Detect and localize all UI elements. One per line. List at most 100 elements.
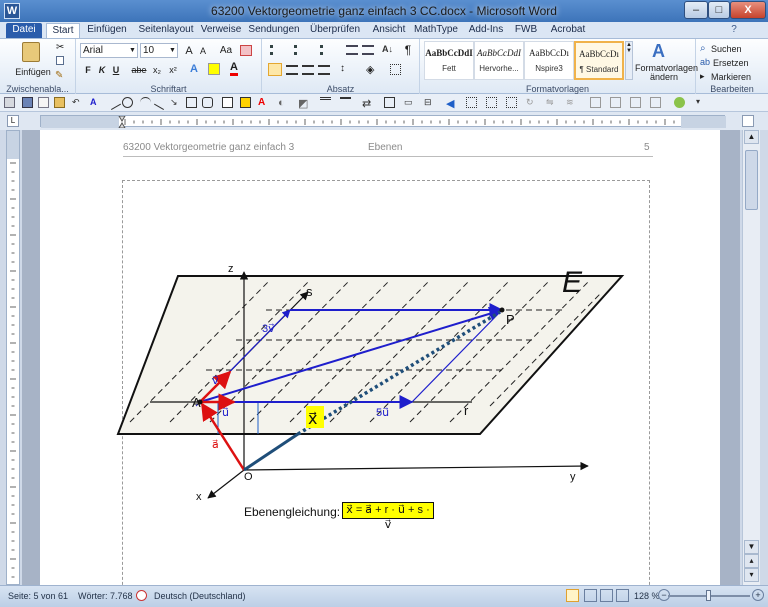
next-page-button[interactable]: ▾ xyxy=(744,568,759,582)
zoom-in-icon[interactable]: + xyxy=(752,589,764,601)
clear-format-icon[interactable] xyxy=(240,45,252,56)
justify-icon[interactable] xyxy=(318,65,330,75)
ungroup-icon[interactable]: ▭ xyxy=(404,97,415,108)
outline-icon[interactable] xyxy=(616,589,629,602)
tab-seitenlayout[interactable]: Seitenlayout xyxy=(136,23,196,38)
align-center-icon[interactable] xyxy=(286,65,298,75)
font-size-select[interactable]: 10 ▼ xyxy=(140,43,178,58)
save-icon[interactable] xyxy=(22,97,33,108)
paste-button[interactable]: Einfügen xyxy=(10,64,56,80)
arrow-tool-icon[interactable]: ↘ xyxy=(170,97,181,108)
page-count[interactable]: Seite: 5 von 61 xyxy=(8,591,68,601)
style-nspire3[interactable]: AaBbCcDı Nspire3 xyxy=(524,41,574,80)
styles-scroll-icon[interactable]: ▲ ▼ xyxy=(625,41,633,80)
increase-indent-icon[interactable] xyxy=(362,45,374,55)
shading-icon[interactable]: ◈ xyxy=(366,63,374,76)
paste-icon[interactable] xyxy=(22,42,40,62)
tab-mathtype[interactable]: MathType xyxy=(412,23,460,38)
rounded-rect-icon[interactable] xyxy=(202,97,213,108)
align-objects-icon[interactable]: ⊟ xyxy=(424,97,435,108)
change-case-button[interactable]: Aa xyxy=(216,43,236,59)
group-icon[interactable] xyxy=(384,97,395,108)
superscript-button[interactable]: x² xyxy=(166,62,180,78)
font-name-select[interactable]: Arial ▼ xyxy=(80,43,138,58)
flip-icon[interactable]: ⇋ xyxy=(546,97,557,108)
highlight-icon[interactable] xyxy=(208,63,220,75)
strikethrough-button[interactable]: abe xyxy=(130,62,148,78)
text-style-icon[interactable]: A xyxy=(90,97,101,108)
line-spacing-icon[interactable]: ↕ xyxy=(340,63,345,74)
tab-addins[interactable]: Add-Ins xyxy=(466,23,506,38)
tab-datei[interactable]: Datei xyxy=(6,23,42,38)
scroll-thumb[interactable] xyxy=(745,150,758,210)
rotate-icon[interactable]: ↻ xyxy=(526,97,537,108)
scroll-up-button[interactable]: ▲ xyxy=(744,130,759,144)
full-screen-icon[interactable] xyxy=(584,589,597,602)
word-count[interactable]: Wörter: 7.768 xyxy=(78,591,133,601)
style-standard[interactable]: AaBbCcDı ¶ Standard xyxy=(574,41,624,80)
customize-toolbar-icon[interactable]: ▾ xyxy=(696,97,707,108)
tab-fwb[interactable]: FWB xyxy=(512,23,540,38)
tab-ueberpruefen[interactable]: Überprüfen xyxy=(306,23,364,38)
font-color-icon[interactable]: A xyxy=(230,61,238,76)
bold-button[interactable]: F xyxy=(82,62,94,78)
scroll-down-button[interactable]: ▼ xyxy=(744,540,759,554)
find-icon[interactable]: ⌕ xyxy=(700,43,706,54)
text-effects-icon[interactable]: A xyxy=(190,63,198,75)
picture-icon[interactable] xyxy=(630,97,641,108)
shadow-icon[interactable]: ◐ xyxy=(278,97,289,109)
line-tool-icon[interactable] xyxy=(105,94,122,111)
addin-icon[interactable] xyxy=(674,97,685,108)
document-page[interactable]: 63200 Vektorgeometrie ganz einfach 3 Ebe… xyxy=(40,130,720,585)
underline-button[interactable]: U xyxy=(110,62,122,78)
font-color-icon[interactable]: A xyxy=(258,97,269,108)
zoom-slider-thumb[interactable] xyxy=(706,590,711,601)
distribute-icon[interactable] xyxy=(466,97,477,108)
prev-page-button[interactable]: ▴ xyxy=(744,554,759,568)
tab-verweise[interactable]: Verweise xyxy=(200,23,242,38)
tab-start[interactable]: Start xyxy=(46,23,80,38)
tab-sendungen[interactable]: Sendungen xyxy=(248,23,300,38)
ellipse-tool-icon[interactable] xyxy=(122,97,133,108)
dash-style-icon[interactable] xyxy=(340,97,351,108)
line-style-icon[interactable] xyxy=(320,97,331,108)
bring-forward-icon[interactable] xyxy=(486,97,497,108)
view-ruler-icon[interactable] xyxy=(742,115,754,127)
send-backward-icon[interactable] xyxy=(506,97,517,108)
select-icon[interactable]: ▸ xyxy=(700,71,705,82)
numbering-icon[interactable] xyxy=(294,45,306,55)
style-hervorhebung[interactable]: AaBbCcDdI Hervorhe... xyxy=(474,41,524,80)
grow-font-button[interactable]: A xyxy=(182,43,196,59)
replace-icon[interactable]: ab xyxy=(700,57,710,67)
print-layout-icon[interactable] xyxy=(566,589,579,602)
shrink-font-button[interactable]: A xyxy=(196,43,210,59)
tab-selector-icon[interactable]: L xyxy=(7,115,19,127)
fill-color-icon[interactable] xyxy=(240,97,251,108)
tab-einfuegen[interactable]: Einfügen xyxy=(84,23,130,38)
sort-icon[interactable]: A↓ xyxy=(382,44,393,54)
arc-tool-icon[interactable] xyxy=(140,97,151,108)
snap-icon[interactable] xyxy=(610,97,621,108)
copy-icon[interactable] xyxy=(56,56,64,65)
vertical-ruler[interactable] xyxy=(6,130,20,585)
web-layout-icon[interactable] xyxy=(600,589,613,602)
open-icon[interactable] xyxy=(54,97,65,108)
align-left-icon[interactable] xyxy=(268,63,282,76)
minimize-button[interactable]: – xyxy=(684,1,708,19)
tab-acrobat[interactable]: Acrobat xyxy=(546,23,590,38)
close-button[interactable]: X xyxy=(730,1,766,19)
multilevel-icon[interactable] xyxy=(320,45,332,55)
tab-ansicht[interactable]: Ansicht xyxy=(370,23,408,38)
borders-icon[interactable] xyxy=(390,64,401,75)
undo-icon[interactable]: ↶ xyxy=(72,97,83,108)
help-icon[interactable]: ? xyxy=(728,22,740,38)
wrap-icon[interactable]: ≋ xyxy=(566,97,577,108)
diagonal-line-icon[interactable] xyxy=(153,94,170,111)
subscript-button[interactable]: x₂ xyxy=(150,62,164,78)
word-icon[interactable] xyxy=(4,97,15,108)
show-marks-button[interactable]: ¶ xyxy=(402,42,414,58)
bullets-icon[interactable] xyxy=(270,45,282,55)
select-button[interactable]: Markieren xyxy=(710,69,758,85)
chart-icon[interactable] xyxy=(650,97,661,108)
3d-icon[interactable]: ◩ xyxy=(298,97,309,110)
